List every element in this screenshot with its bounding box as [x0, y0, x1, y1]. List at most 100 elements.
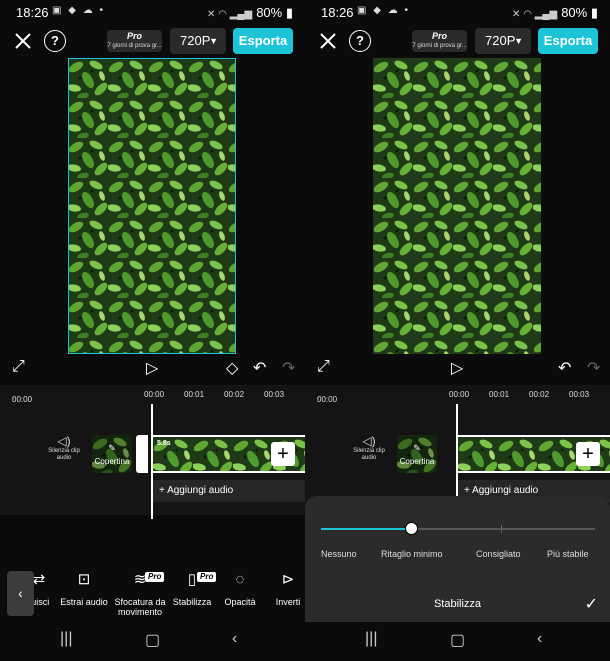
- volume-icon: ◁): [57, 434, 71, 448]
- help-icon[interactable]: ?: [44, 30, 66, 52]
- tool-extract-audio[interactable]: ⊡ Estrai audio: [58, 570, 110, 607]
- resolution-button[interactable]: 720P ▼: [170, 28, 226, 54]
- redo-icon[interactable]: ↷: [587, 358, 600, 378]
- pro-trial-chip[interactable]: Pro 7 giorni di prova gr...: [107, 30, 162, 52]
- status-bar: 18:26 ▣ ◆ ☁ • ✕ ◠ ▂▄▆ 80% ▮: [305, 0, 610, 24]
- tick-label: 00:01: [489, 390, 510, 399]
- tick-label: 00:02: [529, 390, 550, 399]
- opacity-icon: ◌: [235, 571, 245, 588]
- tool-label: Stabilizza: [172, 597, 212, 607]
- notification-icons: ▣ ◆ ☁ •: [52, 5, 105, 16]
- caret-down-icon: ▼: [514, 36, 523, 46]
- home-icon[interactable]: ▢: [450, 630, 465, 650]
- cover-label: Copertina: [399, 457, 435, 466]
- tick-label: 00:03: [569, 390, 590, 399]
- time-ruler: 00:00 / 00:07 00:00 00:01 00:02 00:03: [0, 385, 305, 413]
- pro-badge: Pro: [145, 572, 165, 582]
- resolution-button[interactable]: 720P ▼: [475, 28, 531, 54]
- clip-trim-handle[interactable]: [136, 435, 148, 473]
- tool-label: Inverti: [275, 597, 301, 607]
- battery-level: 80%: [256, 5, 283, 20]
- mute-label: Silenzia clip audio: [48, 448, 80, 461]
- slider-tick: [501, 525, 502, 533]
- editor-screen-right: 18:26 ▣ ◆ ☁ • ✕ ◠ ▂▄▆ 80% ▮ ? Pro 7 giorn…: [305, 0, 610, 661]
- cover-button[interactable]: ✎ Copertina: [92, 435, 132, 473]
- option-most-stable[interactable]: Più stabile: [547, 549, 589, 559]
- edit-icon: ✎: [413, 443, 421, 453]
- video-preview[interactable]: [373, 58, 541, 354]
- reverse-icon: ⊳: [281, 571, 295, 588]
- caret-down-icon: ▼: [209, 36, 218, 46]
- chevron-left-icon[interactable]: ‹: [7, 571, 34, 616]
- tick-label: 00:01: [184, 390, 205, 399]
- recent-apps-icon[interactable]: |||: [60, 630, 72, 648]
- notification-icons: ▣ ◆ ☁ •: [357, 5, 410, 16]
- editor-screen-left: 18:26 ▣ ◆ ☁ • ✕ ◠ ▂▄▆ 80% ▮ ? Pro 7 giorn…: [0, 0, 305, 661]
- add-audio-label: Aggiungi audio: [472, 485, 539, 496]
- fullscreen-icon[interactable]: ⤢: [317, 358, 330, 376]
- mute-clip-button[interactable]: ◁) Silenzia clip audio: [42, 434, 86, 462]
- keyframe-icon[interactable]: ◇: [226, 358, 238, 378]
- slider-fill: [321, 528, 411, 530]
- tool-reverse[interactable]: ⊳ Inverti: [271, 570, 305, 607]
- add-audio-label: Aggiungi audio: [167, 485, 234, 496]
- cover-label: Copertina: [94, 457, 130, 466]
- tool-label: Opacità: [224, 597, 256, 607]
- add-audio-button[interactable]: + Aggiungi audio: [153, 480, 305, 502]
- help-icon[interactable]: ?: [349, 30, 371, 52]
- extract-audio-icon: ⊡: [77, 571, 91, 588]
- playhead[interactable]: [151, 404, 153, 519]
- tool-opacity[interactable]: ◌ Opacità: [220, 570, 260, 607]
- back-icon[interactable]: ‹: [537, 630, 542, 648]
- play-icon[interactable]: ▷: [146, 358, 158, 378]
- close-icon[interactable]: [317, 30, 339, 52]
- time-ruler: 00:00 / 00:07 00:00 00:01 00:02 00:03: [305, 385, 610, 413]
- tick-label: 00:02: [224, 390, 245, 399]
- export-button[interactable]: Esporta: [538, 28, 598, 54]
- pro-badge: Pro: [197, 572, 217, 582]
- sheet-title: Stabilizza: [433, 598, 482, 610]
- edit-icon: ✎: [108, 443, 116, 453]
- volume-icon: ◁): [362, 434, 376, 448]
- redo-icon[interactable]: ↷: [282, 358, 295, 378]
- home-icon[interactable]: ▢: [145, 630, 160, 650]
- back-icon[interactable]: ‹: [232, 630, 237, 648]
- signal-icon: ✕ ◠ ▂▄▆: [207, 9, 253, 20]
- undo-icon[interactable]: ↶: [558, 358, 571, 378]
- slider-knob[interactable]: [405, 522, 418, 535]
- play-icon[interactable]: ▷: [451, 358, 463, 378]
- export-button[interactable]: Esporta: [233, 28, 293, 54]
- add-clip-button[interactable]: +: [271, 442, 295, 466]
- option-none[interactable]: Nessuno: [321, 549, 357, 559]
- tool-label: Sfocatura da movimento: [114, 597, 166, 617]
- video-preview[interactable]: [68, 58, 236, 354]
- undo-icon[interactable]: ↶: [253, 358, 266, 378]
- recent-apps-icon[interactable]: |||: [365, 630, 377, 648]
- battery-icon: ▮: [590, 5, 598, 20]
- pro-trial-text: 7 giorni di prova gr...: [107, 43, 162, 49]
- tick-label: 00:03: [264, 390, 285, 399]
- check-icon[interactable]: ✓: [585, 594, 598, 614]
- pro-trial-text: 7 giorni di prova gr...: [412, 43, 467, 49]
- status-time: 18:26: [321, 5, 354, 20]
- add-clip-button[interactable]: +: [576, 442, 600, 466]
- tick-label: 00:00: [449, 390, 470, 399]
- fullscreen-icon[interactable]: ⤢: [12, 358, 25, 376]
- close-icon[interactable]: [12, 30, 34, 52]
- pro-label: Pro: [431, 31, 447, 41]
- status-time: 18:26: [16, 5, 49, 20]
- signal-icon: ✕ ◠ ▂▄▆: [512, 9, 558, 20]
- cover-button[interactable]: ✎ Copertina: [397, 435, 437, 473]
- option-recommended[interactable]: Consigliato: [476, 549, 521, 559]
- tick-label: 00:00: [144, 390, 165, 399]
- battery-level: 80%: [561, 5, 588, 20]
- clip-duration: 5.8s: [157, 440, 171, 447]
- battery-icon: ▮: [285, 5, 293, 20]
- option-minimal-crop[interactable]: Ritaglio minimo: [381, 549, 443, 559]
- mute-label: Silenzia clip audio: [353, 448, 385, 461]
- pro-trial-chip[interactable]: Pro 7 giorni di prova gr...: [412, 30, 467, 52]
- tool-label: Estrai audio: [60, 597, 108, 607]
- mute-clip-button[interactable]: ◁) Silenzia clip audio: [347, 434, 391, 462]
- pro-label: Pro: [126, 31, 142, 41]
- status-bar: 18:26 ▣ ◆ ☁ • ✕ ◠ ▂▄▆ 80% ▮: [0, 0, 305, 24]
